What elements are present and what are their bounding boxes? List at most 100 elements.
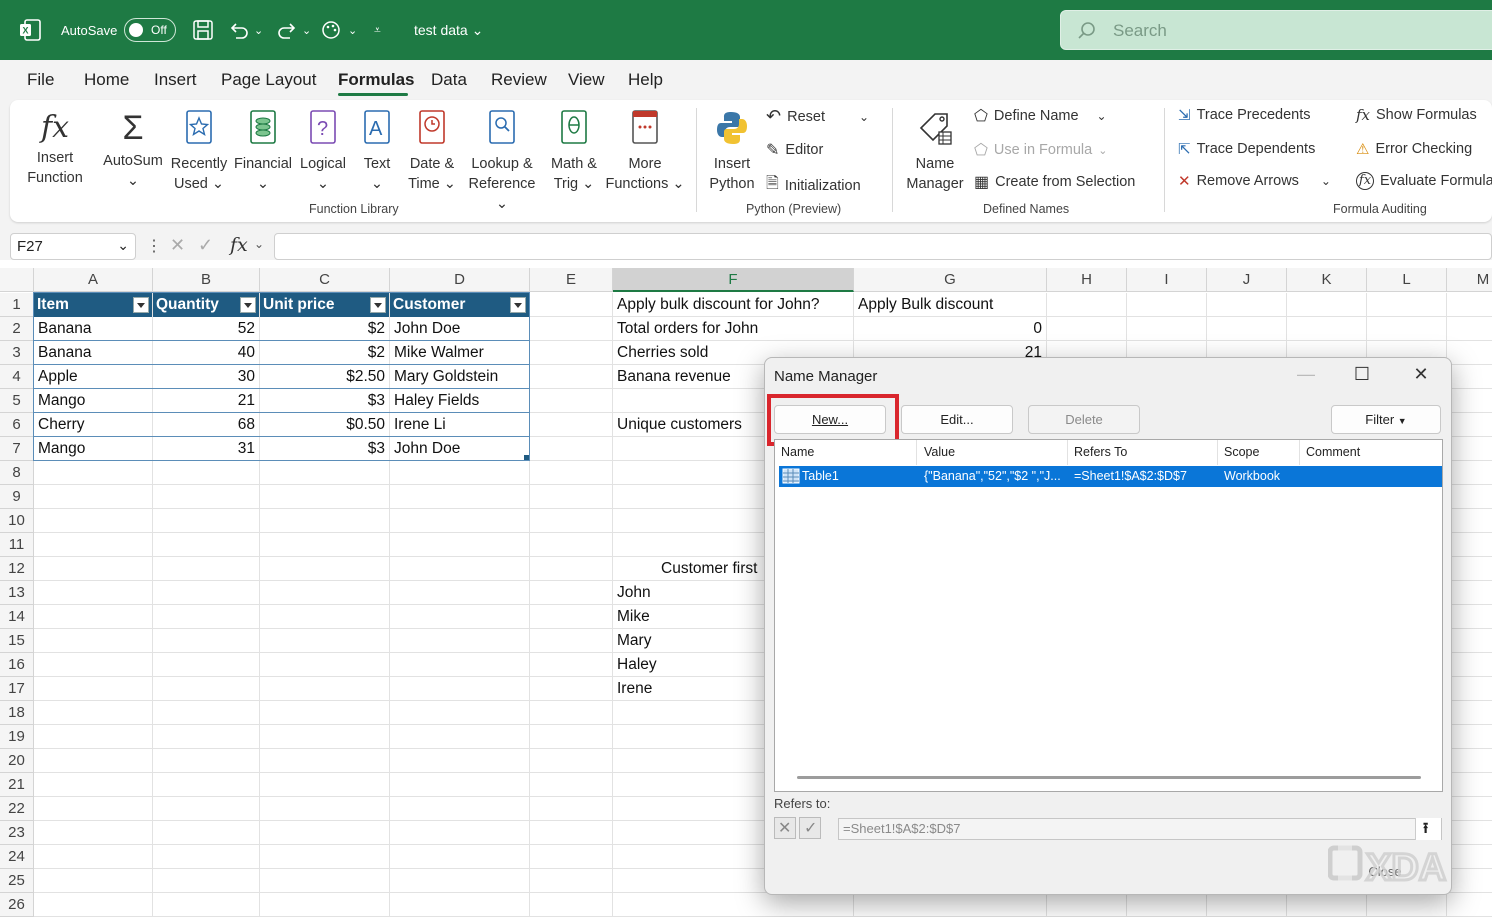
formula-input[interactable]	[274, 233, 1492, 260]
tab-insert[interactable]: Insert	[154, 70, 197, 90]
tab-file[interactable]: File	[27, 70, 54, 90]
row-header-2[interactable]: 2	[0, 317, 34, 341]
cell-g2[interactable]: 0	[854, 317, 1046, 341]
filter-dropdown-icon[interactable]	[240, 297, 256, 313]
row-header-18[interactable]: 18	[0, 701, 34, 725]
table-cell[interactable]: $2	[260, 341, 389, 365]
table-resize-handle[interactable]	[524, 455, 529, 460]
cell-g1[interactable]: Apply Bulk discount	[854, 293, 997, 317]
logical-button[interactable]: ? Logical ⌄	[294, 108, 352, 194]
table-cell[interactable]: John Doe	[390, 317, 529, 341]
col-header-g[interactable]: G	[854, 268, 1047, 292]
row-header-22[interactable]: 22	[0, 797, 34, 821]
row-header-16[interactable]: 16	[0, 653, 34, 677]
cell-f12[interactable]: Customer first	[657, 557, 761, 581]
col-header-refers-to[interactable]: Refers To	[1068, 440, 1218, 465]
trace-precedents-button[interactable]: ⇲ Trace Precedents	[1178, 106, 1310, 124]
insert-function-icon[interactable]: fx	[230, 234, 248, 256]
select-all-corner[interactable]	[0, 268, 34, 292]
show-formulas-button[interactable]: fx Show Formulas	[1356, 106, 1477, 124]
reset-button[interactable]: ↶ Reset ⌄	[766, 106, 869, 127]
col-header-i[interactable]: I	[1127, 268, 1207, 292]
row-header-25[interactable]: 25	[0, 869, 34, 893]
tab-page-layout[interactable]: Page Layout	[221, 70, 316, 90]
tab-help[interactable]: Help	[628, 70, 663, 90]
col-header-h[interactable]: H	[1047, 268, 1127, 292]
cell-f4[interactable]: Banana revenue	[613, 365, 735, 389]
row-header-4[interactable]: 4	[0, 365, 34, 389]
palette-icon[interactable]	[320, 19, 342, 41]
autosave-toggle[interactable]: Off	[124, 18, 176, 42]
row-header-24[interactable]: 24	[0, 845, 34, 869]
col-header-k[interactable]: K	[1287, 268, 1367, 292]
maximize-icon[interactable]: ☐	[1347, 364, 1377, 385]
table-cell[interactable]: Mary Goldstein	[390, 365, 529, 389]
table-cell[interactable]: Irene Li	[390, 413, 529, 437]
create-from-selection-button[interactable]: ▦ Create from Selection	[974, 172, 1135, 192]
redo-icon[interactable]	[276, 19, 298, 41]
col-header-e[interactable]: E	[530, 268, 613, 292]
more-functions-button[interactable]: More Functions ⌄	[604, 108, 686, 194]
define-name-button[interactable]: ⬠ Define Name ⌄	[974, 106, 1107, 126]
col-header-c[interactable]: C	[260, 268, 390, 292]
search-box[interactable]: Search	[1060, 10, 1492, 50]
name-box[interactable]: F27 ⌄	[10, 233, 136, 260]
error-checking-button[interactable]: ⚠ Error Checking	[1356, 140, 1472, 158]
table-cell[interactable]: $3	[260, 437, 389, 461]
customize-toolbar-icon[interactable]: ⩡	[374, 0, 381, 60]
name-box-dropdown-icon[interactable]: ⌄	[117, 237, 129, 254]
redo-dropdown-icon[interactable]: ⌄	[302, 0, 311, 60]
names-list[interactable]: Name Value Refers To Scope Comment Table…	[774, 439, 1443, 792]
col-header-j[interactable]: J	[1207, 268, 1287, 292]
undo-icon[interactable]	[228, 19, 250, 41]
row-header-5[interactable]: 5	[0, 389, 34, 413]
col-header-b[interactable]: B	[153, 268, 260, 292]
table-header-quantity[interactable]: Quantity	[153, 293, 259, 317]
evaluate-formula-button[interactable]: fx Evaluate Formula	[1356, 172, 1492, 190]
col-header-a[interactable]: A	[34, 268, 153, 292]
row-header-11[interactable]: 11	[0, 533, 34, 557]
table-cell[interactable]: 52	[153, 317, 259, 341]
table-cell[interactable]: Cherry	[34, 413, 152, 437]
date-time-button[interactable]: Date & Time ⌄	[402, 108, 462, 194]
cell-f13[interactable]: John	[613, 581, 655, 605]
row-header-1[interactable]: 1	[0, 293, 34, 317]
text-functions-button[interactable]: A Text ⌄	[352, 108, 402, 194]
insert-python-button[interactable]: Insert Python	[704, 108, 760, 194]
cell-f15[interactable]: Mary	[613, 629, 655, 653]
cell-f2[interactable]: Total orders for John	[613, 317, 762, 341]
row-header-23[interactable]: 23	[0, 821, 34, 845]
table-cell[interactable]: Apple	[34, 365, 152, 389]
col-header-scope[interactable]: Scope	[1218, 440, 1300, 465]
filter-button[interactable]: Filter ▼	[1331, 405, 1441, 434]
fx-dropdown-icon[interactable]: ⌄	[254, 237, 264, 251]
remove-arrows-button[interactable]: ✕ Remove Arrows ⌄	[1178, 172, 1331, 190]
table-cell[interactable]: John Doe	[390, 437, 529, 461]
col-header-d[interactable]: D	[390, 268, 530, 292]
row-header-17[interactable]: 17	[0, 677, 34, 701]
table-cell[interactable]: Mango	[34, 389, 152, 413]
col-header-name[interactable]: Name	[775, 440, 917, 465]
undo-dropdown-icon[interactable]: ⌄	[254, 0, 263, 60]
filename[interactable]: test data ⌄	[414, 0, 483, 60]
row-header-21[interactable]: 21	[0, 773, 34, 797]
row-header-8[interactable]: 8	[0, 461, 34, 485]
close-icon[interactable]: ✕	[1406, 364, 1436, 385]
tab-formulas[interactable]: Formulas	[338, 70, 415, 90]
col-header-value[interactable]: Value	[918, 440, 1068, 465]
row-header-9[interactable]: 9	[0, 485, 34, 509]
table-header-unit-price[interactable]: Unit price	[260, 293, 389, 317]
initialization-button[interactable]: 🗎 Initialization	[766, 172, 861, 199]
filter-dropdown-icon[interactable]	[510, 297, 526, 313]
table-cell[interactable]: $2.50	[260, 365, 389, 389]
row-header-19[interactable]: 19	[0, 725, 34, 749]
edit-name-button[interactable]: Edit...	[901, 405, 1013, 434]
tab-data[interactable]: Data	[431, 70, 467, 90]
cell-f6[interactable]: Unique customers	[613, 413, 746, 437]
table-header-customer[interactable]: Customer	[390, 293, 529, 317]
row-header-14[interactable]: 14	[0, 605, 34, 629]
cell-f17[interactable]: Irene	[613, 677, 656, 701]
insert-function-button[interactable]: fx Insert Function	[24, 108, 86, 188]
autosum-button[interactable]: Σ AutoSum ⌄	[100, 108, 166, 191]
lookup-reference-button[interactable]: Lookup & Reference ⌄	[462, 108, 542, 214]
